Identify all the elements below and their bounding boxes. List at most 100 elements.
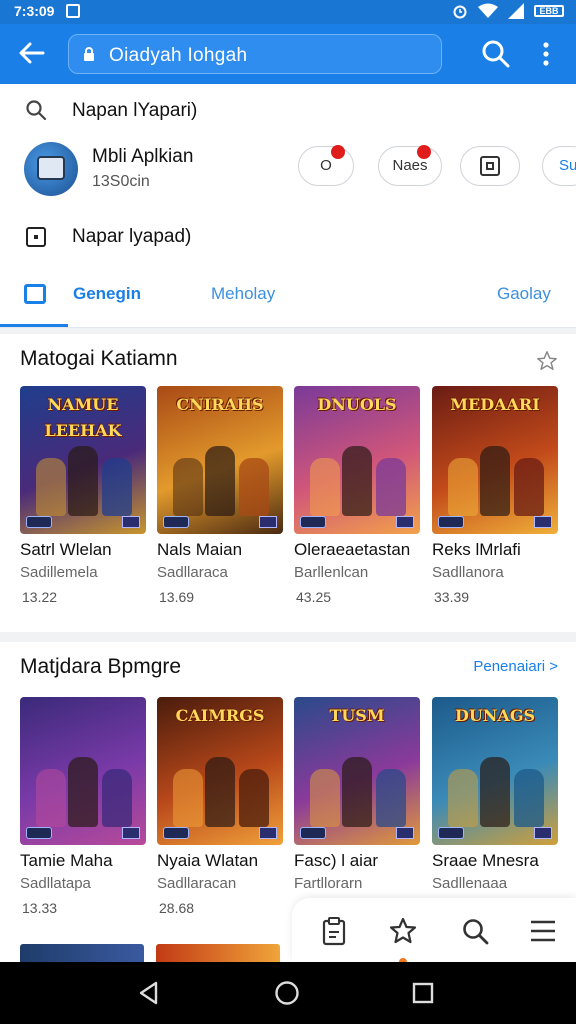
game-thumbnail[interactable]: CNIRAHS <box>157 386 283 534</box>
character-figure <box>480 446 510 516</box>
red-dot-badge <box>417 145 431 159</box>
game-thumbnail[interactable] <box>20 697 146 845</box>
arrow-left-icon <box>19 42 45 64</box>
chip-4[interactable]: Su <box>542 146 576 186</box>
recents-square-icon[interactable] <box>408 978 438 1008</box>
screenshot-icon <box>480 156 500 176</box>
character-figure <box>239 458 269 516</box>
battery-icon: EBB <box>534 5 564 17</box>
platform-badge <box>163 827 189 839</box>
home-circle-icon[interactable] <box>272 978 302 1008</box>
game-developer: Sadllaraca <box>157 564 228 581</box>
back-button[interactable] <box>14 38 50 70</box>
game-title: Reks lMrlafi <box>432 540 521 559</box>
app-name[interactable]: Mbli Aplkian <box>92 146 193 168</box>
character-figure <box>480 757 510 827</box>
section-1: Matogai Katiamn NAMUE LEEHAK Satrl Wlelan… <box>0 334 576 632</box>
game-logo-text: NAMUE LEEHAK <box>44 395 122 440</box>
menu-icon[interactable] <box>529 916 557 946</box>
star-icon[interactable] <box>389 916 417 946</box>
lock-icon <box>84 47 94 61</box>
game-rating: 13.69 <box>159 589 195 605</box>
alarm-icon <box>453 5 467 19</box>
back-triangle-icon[interactable] <box>134 978 164 1008</box>
game-thumbnail[interactable]: MEDAARI <box>432 386 558 534</box>
game-title: Tamie Maha <box>20 851 113 870</box>
search-icon <box>26 100 47 121</box>
game-title: Nyaia Wlatan <box>157 851 259 870</box>
chip-label: O <box>320 157 332 174</box>
platform-badge <box>438 827 464 839</box>
character-figure <box>342 757 372 827</box>
notification-icon <box>66 4 80 18</box>
platform-badge <box>26 827 52 839</box>
age-rating-badge <box>122 827 140 839</box>
game-thumbnail[interactable]: CAIMRGS <box>157 697 283 845</box>
app-subtitle: 13S0cin <box>92 173 150 190</box>
search-icon[interactable] <box>461 916 489 946</box>
character-figure <box>173 769 203 827</box>
platform-badge <box>438 516 464 528</box>
chip-2[interactable]: Naes <box>378 145 442 186</box>
game-developer: Sadllanora <box>432 564 504 581</box>
game-logo-text: DNUOLS <box>317 395 397 414</box>
character-figure <box>205 757 235 827</box>
age-rating-badge <box>122 516 140 528</box>
chip-3[interactable] <box>460 146 520 186</box>
character-figure <box>310 769 340 827</box>
game-rating: 28.68 <box>159 900 195 916</box>
address-bar[interactable]: Oiadyah Iohgah <box>68 34 442 74</box>
red-dot-badge <box>331 145 345 159</box>
suggestion-text[interactable]: Napan lYapari) <box>72 100 197 122</box>
character-figure <box>102 458 132 516</box>
game-rating: 13.33 <box>22 900 58 916</box>
character-figure <box>376 769 406 827</box>
tab-genegin[interactable]: Genegin <box>73 284 141 304</box>
character-figure <box>205 446 235 516</box>
bottom-nav <box>292 898 576 966</box>
system-nav-bar <box>0 962 576 1024</box>
game-thumbnail[interactable]: TUSM <box>294 697 420 845</box>
wifi-icon <box>478 3 498 18</box>
game-thumbnail[interactable]: NAMUE LEEHAK <box>20 386 146 534</box>
game-title: Sraae Mnesra <box>432 851 539 870</box>
game-developer: Sadllaracan <box>157 875 237 892</box>
character-figure <box>102 769 132 827</box>
game-developer: Barllenlcan <box>294 564 369 581</box>
character-figure <box>376 458 406 516</box>
search-icon[interactable] <box>480 38 512 70</box>
game-logo-text: MEDAARI <box>450 395 540 414</box>
clock: 7:3:09 <box>14 3 55 19</box>
game-logo-text: CAIMRGS <box>175 706 265 725</box>
see-more-link[interactable]: Penenaiari > <box>473 658 558 675</box>
game-developer: Sadllatapa <box>20 875 91 892</box>
game-logo-text <box>26 703 140 729</box>
character-figure <box>310 458 340 516</box>
section-title: Matogai Katiamn <box>20 347 178 370</box>
tab-gaolay[interactable]: Gaolay <box>497 284 551 304</box>
character-figure <box>514 769 544 827</box>
game-developer: Fartllorarn <box>294 875 363 892</box>
clipboard-icon[interactable] <box>320 916 348 946</box>
folder-icon <box>24 284 46 304</box>
star-outline-icon[interactable] <box>536 350 558 372</box>
address-text: Oiadyah Iohgah <box>109 45 248 66</box>
signal-icon <box>508 3 524 19</box>
box-icon <box>26 227 46 247</box>
character-figure <box>68 757 98 827</box>
game-title: Nals Maian <box>157 540 243 559</box>
more-vert-icon[interactable] <box>532 38 560 70</box>
game-logo-text: DUNAGS <box>454 706 536 725</box>
tab-meholay[interactable]: Meholay <box>211 284 275 304</box>
platform-badge <box>300 516 326 528</box>
game-thumbnail[interactable] <box>156 944 280 962</box>
app-icon[interactable] <box>24 142 78 196</box>
suggestion-text[interactable]: Napar lyapad) <box>72 226 191 248</box>
platform-badge <box>26 516 52 528</box>
game-thumbnail[interactable]: DNUOLS <box>294 386 420 534</box>
chip-1[interactable]: O <box>298 145 354 186</box>
game-thumbnail[interactable] <box>20 944 144 962</box>
platform-badge <box>300 827 326 839</box>
chip-label: Su <box>559 157 576 174</box>
game-thumbnail[interactable]: DUNAGS <box>432 697 558 845</box>
